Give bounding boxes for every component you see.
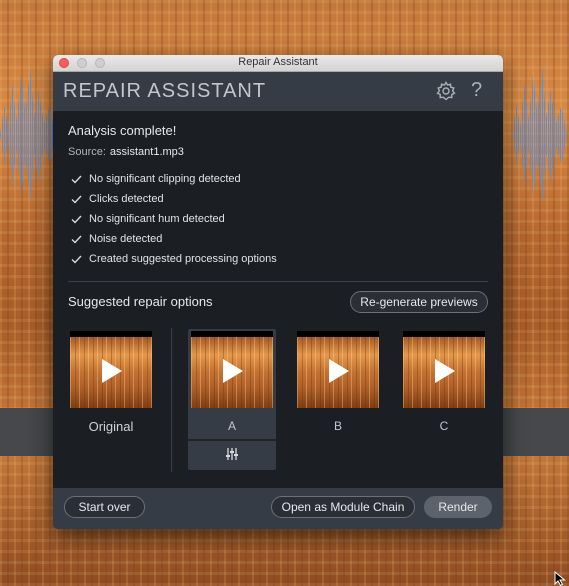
analysis-result-text: Noise detected	[89, 233, 163, 245]
option-a-card-divider	[188, 439, 276, 441]
mixer-icon[interactable]	[225, 448, 239, 460]
play-icon[interactable]	[329, 359, 349, 383]
analysis-result-text: No significant clipping detected	[89, 173, 241, 185]
analysis-results-list: No significant clipping detected Clicks …	[71, 169, 277, 269]
repair-assistant-window: Repair Assistant REPAIR ASSISTANT ? Anal…	[53, 55, 503, 529]
analysis-title: Analysis complete!	[68, 123, 177, 138]
option-b-preview-thumbnail[interactable]	[297, 331, 379, 408]
window-title: Repair Assistant	[238, 56, 318, 68]
check-icon	[71, 215, 82, 224]
play-icon[interactable]	[435, 359, 455, 383]
analysis-result-text: Clicks detected	[89, 193, 164, 205]
play-icon[interactable]	[102, 359, 122, 383]
analysis-result-text: Created suggested processing options	[89, 253, 277, 265]
original-preview-thumbnail[interactable]	[70, 331, 152, 408]
check-icon	[71, 255, 82, 264]
option-label-b: B	[333, 419, 342, 433]
analysis-result-item: No significant hum detected	[71, 209, 277, 229]
gear-icon[interactable]	[436, 81, 456, 101]
suggested-options-title: Suggested repair options	[68, 294, 213, 309]
analysis-result-item: Clicks detected	[71, 189, 277, 209]
option-c-preview-thumbnail[interactable]	[403, 331, 485, 408]
option-label-c: C	[439, 419, 449, 433]
source-label: Source:	[68, 146, 106, 158]
source-line: Source: assistant1.mp3	[68, 146, 184, 158]
open-module-chain-button[interactable]: Open as Module Chain	[271, 496, 415, 518]
regenerate-previews-button[interactable]: Re-generate previews	[350, 291, 488, 313]
main-panel: Analysis complete! Source: assistant1.mp3…	[53, 111, 503, 488]
check-icon	[71, 235, 82, 244]
app-title: REPAIR ASSISTANT	[63, 80, 267, 102]
help-icon[interactable]: ?	[471, 79, 482, 102]
footer-bar: Start over Open as Module Chain Render	[53, 488, 503, 529]
analysis-result-text: No significant hum detected	[89, 213, 225, 225]
option-a-preview-thumbnail[interactable]	[191, 331, 273, 408]
option-label-a: A	[227, 419, 236, 433]
check-icon	[71, 175, 82, 184]
analysis-result-item: Noise detected	[71, 229, 277, 249]
analysis-result-item: No significant clipping detected	[71, 169, 277, 189]
option-label-original: Original	[88, 419, 134, 434]
render-button[interactable]: Render	[424, 496, 492, 518]
start-over-button[interactable]: Start over	[64, 496, 145, 518]
options-separator	[171, 328, 172, 472]
source-file: assistant1.mp3	[109, 146, 184, 158]
analysis-result-item: Created suggested processing options	[71, 249, 277, 269]
check-icon	[71, 195, 82, 204]
mouse-cursor-icon	[554, 571, 566, 586]
section-divider	[68, 281, 488, 282]
play-icon[interactable]	[223, 359, 243, 383]
app-header: REPAIR ASSISTANT ?	[53, 72, 503, 111]
window-titlebar[interactable]: Repair Assistant	[53, 55, 503, 72]
